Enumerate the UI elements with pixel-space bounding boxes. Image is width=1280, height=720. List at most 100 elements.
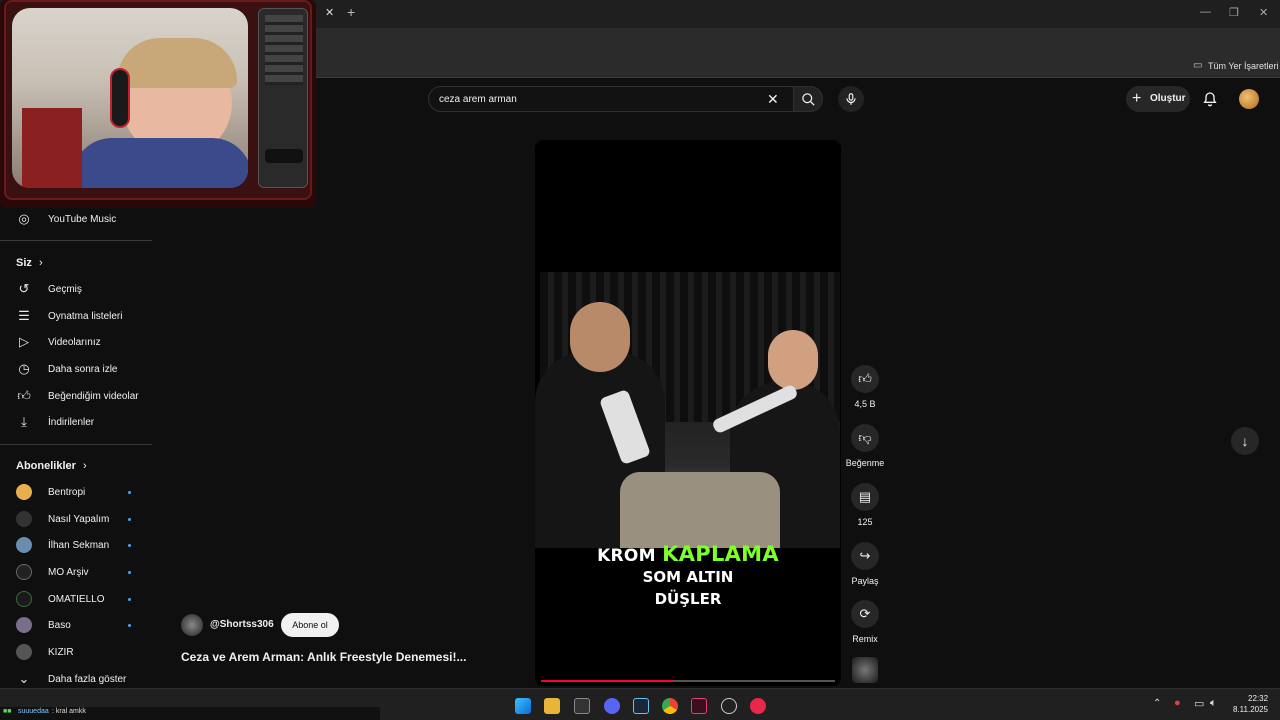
remix-button[interactable]: ⟳ xyxy=(851,600,879,628)
clock-date[interactable]: 8.11.2025 xyxy=(1233,705,1268,714)
share-label: Paylaş xyxy=(851,576,879,586)
folder-icon: ▭ xyxy=(1193,60,1203,71)
sidebar-item-liked-videos[interactable]: 👍︎ Beğendiğim videolar xyxy=(0,383,152,409)
search-button[interactable] xyxy=(793,86,823,112)
channel-avatar xyxy=(16,511,32,527)
sofa xyxy=(620,472,780,548)
tv-buttons xyxy=(265,15,303,85)
remix-icon: ⟳ xyxy=(859,606,871,621)
channel-name[interactable]: @Shortss306 xyxy=(210,619,274,630)
shorts-player[interactable]: KROM KAPLAMA SOM ALTIN DÜŞLER xyxy=(535,140,841,686)
short-title[interactable]: Ceza ve Arem Arman: Anlık Freestyle Dene… xyxy=(181,650,466,664)
all-bookmarks-link[interactable]: Tüm Yer İşaretleri xyxy=(1208,61,1279,71)
sidebar-subscription[interactable]: İlhan Sekman xyxy=(0,532,152,558)
sidebar-item-watch-later[interactable]: ◷ Daha sonra izle xyxy=(0,356,152,382)
sidebar-item-label: Baso xyxy=(48,620,71,631)
sidebar-item-label: İlhan Sekman xyxy=(48,540,110,551)
discord-icon[interactable] xyxy=(604,698,620,714)
voice-search-button[interactable] xyxy=(838,86,864,112)
comments-button[interactable]: ▤ xyxy=(851,483,879,511)
chevron-right-icon: › xyxy=(38,257,43,269)
sidebar-subscription[interactable]: MO Arşiv xyxy=(0,559,152,585)
headphones xyxy=(110,68,130,128)
channel-avatar xyxy=(16,644,32,660)
volume-icon[interactable]: 🔈︎ xyxy=(1210,697,1217,710)
file-explorer-icon[interactable] xyxy=(544,698,560,714)
minimize-icon[interactable]: — xyxy=(1200,6,1211,18)
sidebar-item-history[interactable]: ↺ Geçmiş xyxy=(0,276,152,302)
clock-time[interactable]: 22:32 xyxy=(1248,694,1268,703)
microphone-tray-icon[interactable]: ● xyxy=(1174,697,1181,709)
create-button[interactable]: + Oluştur xyxy=(1126,86,1190,112)
tray-chevron-up-icon[interactable]: ⌃ xyxy=(1153,698,1161,709)
sidebar-item-your-videos[interactable]: ▷ Videolarınız xyxy=(0,329,152,355)
chevron-down-icon: ⌄ xyxy=(18,671,30,686)
progress-fill xyxy=(541,680,674,682)
sidebar-item-playlists[interactable]: ☰ Oynatma listeleri xyxy=(0,303,152,329)
sidebar-subscription[interactable]: OMATIELLO xyxy=(0,586,152,612)
restore-icon[interactable]: ❐ xyxy=(1229,6,1239,19)
sidebar-heading-you[interactable]: Siz › xyxy=(16,257,43,269)
chrome-icon[interactable] xyxy=(662,698,678,714)
windows-taskbar: ■■ suuuedaa : kral amkk ⌃ ● ▭ 🔈︎ 22:32 8… xyxy=(0,688,1280,720)
search-box[interactable]: ceza arem arman ✕ xyxy=(428,86,794,112)
network-icon[interactable]: ▭ xyxy=(1194,697,1204,710)
start-button-windows-icon[interactable] xyxy=(515,698,531,714)
background-red-cloth xyxy=(22,108,82,188)
account-avatar[interactable] xyxy=(1239,89,1259,109)
sidebar-item-downloads[interactable]: ⤓ İndirilenler xyxy=(0,409,152,435)
like-button[interactable]: 👍︎ xyxy=(851,365,879,393)
sidebar-heading-subscriptions[interactable]: Abonelikler › xyxy=(16,460,87,472)
channel-avatar xyxy=(16,537,32,553)
next-short-button[interactable]: ↓ xyxy=(1231,427,1259,455)
chat-badge-icon: ■■ xyxy=(3,708,12,715)
person-left-head xyxy=(570,302,630,372)
dislike-button[interactable]: 👎︎ xyxy=(851,424,879,452)
obs-icon[interactable] xyxy=(721,698,737,714)
channel-avatar xyxy=(16,484,32,500)
comments-action[interactable]: ▤ 125 xyxy=(850,483,880,527)
sidebar-subscription[interactable]: Bentropi xyxy=(0,479,152,505)
subscribe-button[interactable]: Abone ol xyxy=(281,613,339,637)
valorant-icon[interactable] xyxy=(691,698,707,714)
clear-search-icon[interactable]: ✕ xyxy=(767,91,779,108)
media-player-icon[interactable] xyxy=(750,698,766,714)
comment-count: 125 xyxy=(857,517,873,527)
new-content-dot xyxy=(128,598,131,601)
notifications-bell-icon[interactable] xyxy=(1202,90,1218,108)
sidebar-item-label: İndirilenler xyxy=(48,417,95,428)
sound-thumbnail[interactable] xyxy=(852,657,878,683)
chat-message: : kral amkk xyxy=(52,708,86,715)
sidebar-item-label: OMATIELLO xyxy=(48,594,105,605)
sidebar-subscription[interactable]: Baso xyxy=(0,612,152,638)
remix-action[interactable]: ⟳ Remix xyxy=(850,600,880,644)
sidebar-subscription[interactable]: Nasıl Yapalım xyxy=(0,506,152,532)
like-action[interactable]: 👍︎ 4,5 B xyxy=(850,365,880,409)
share-button[interactable]: ↪ xyxy=(851,542,879,570)
comment-icon: ▤ xyxy=(858,489,872,504)
new-content-dot xyxy=(128,491,131,494)
app-icon[interactable] xyxy=(574,698,590,714)
chat-username: suuuedaa xyxy=(18,708,49,715)
close-window-icon[interactable]: ✕ xyxy=(1259,6,1268,19)
new-content-dot xyxy=(128,544,131,547)
sidebar-divider xyxy=(0,240,152,241)
search-input[interactable]: ceza arem arman xyxy=(439,94,517,105)
progress-track[interactable] xyxy=(541,680,835,682)
sidebar-item-label: Videolarınız xyxy=(48,337,101,348)
channel-avatar[interactable] xyxy=(181,614,203,636)
new-content-dot xyxy=(128,624,131,627)
sidebar-item-label: Bentropi xyxy=(48,487,86,498)
share-action[interactable]: ↪ Paylaş xyxy=(850,542,880,586)
dislike-action[interactable]: 👎︎ Beğenme xyxy=(846,424,884,468)
tab-close-icon[interactable]: ✕ xyxy=(325,6,334,19)
history-icon: ↺ xyxy=(18,281,30,296)
playlist-icon: ☰ xyxy=(18,308,30,323)
microphone-icon xyxy=(846,93,856,105)
sidebar-item-youtube-music[interactable]: ◎ YouTube Music xyxy=(0,206,152,232)
new-tab-icon[interactable]: + xyxy=(347,4,355,20)
caption-text: KROM xyxy=(597,546,663,566)
new-content-dot xyxy=(128,518,131,521)
steam-icon[interactable] xyxy=(633,698,649,714)
sidebar-subscription[interactable]: KIZIR xyxy=(0,639,152,665)
